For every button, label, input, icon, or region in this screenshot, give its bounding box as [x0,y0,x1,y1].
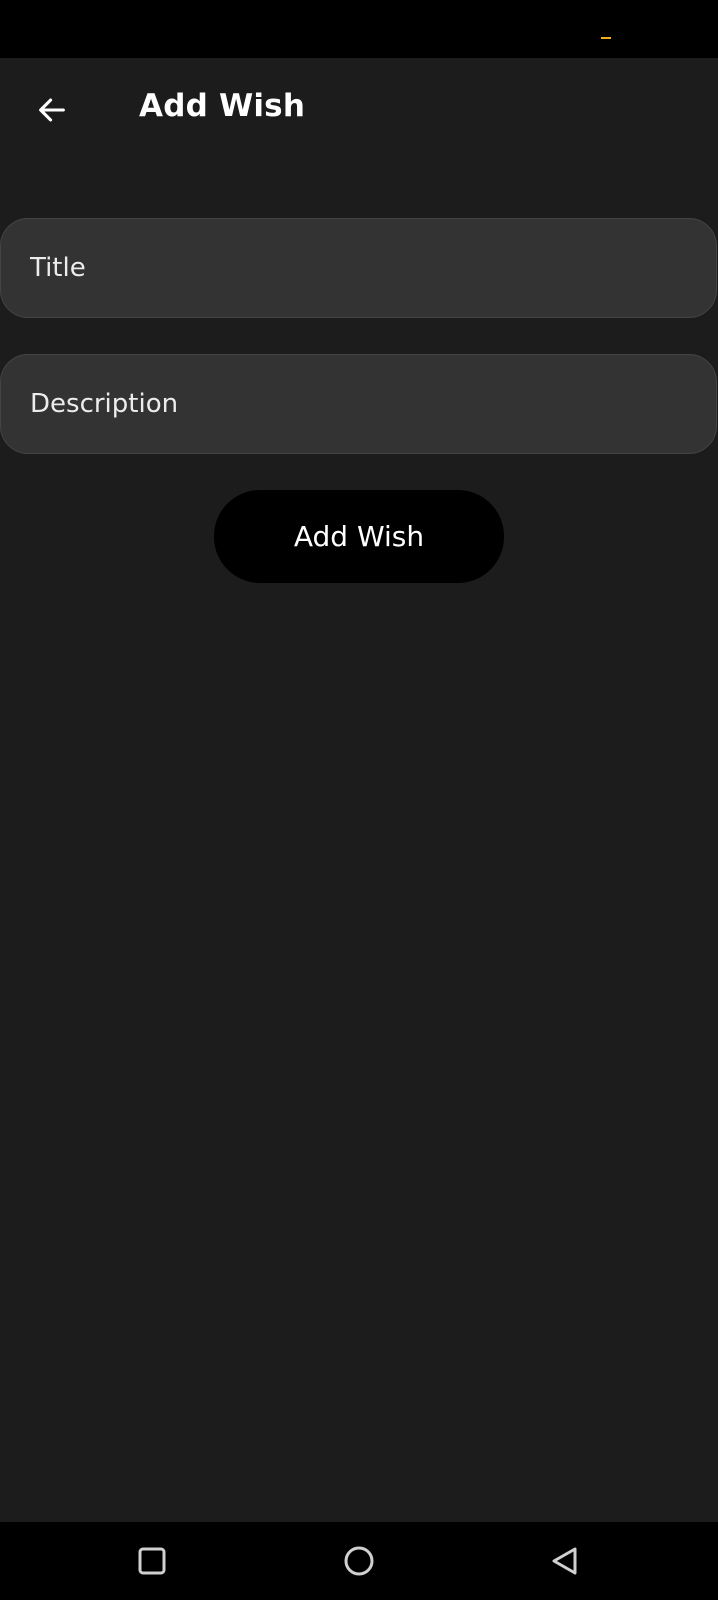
system-navigation-bar [0,1522,718,1600]
circle-icon [344,1546,374,1576]
description-field[interactable] [0,354,717,454]
add-wish-screen: Add Wish Add Wish [0,0,718,1600]
title-field[interactable] [0,218,717,318]
description-input[interactable] [1,355,716,453]
recents-button[interactable] [127,1536,177,1586]
square-icon [138,1547,166,1575]
app-bar: Add Wish [0,58,718,162]
status-bar [0,0,718,58]
title-input[interactable] [1,219,716,317]
status-indicator [601,37,611,39]
add-wish-button[interactable]: Add Wish [214,490,504,583]
arrow-back-icon [39,98,65,122]
page-title: Add Wish [139,88,306,124]
back-button[interactable] [24,82,80,138]
system-back-button[interactable] [540,1536,590,1586]
triangle-back-icon [552,1547,577,1575]
home-button[interactable] [334,1536,384,1586]
